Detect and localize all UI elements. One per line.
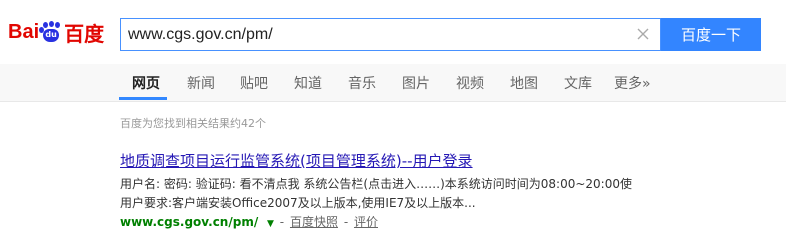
tab-video[interactable]: 视频 bbox=[456, 73, 484, 93]
tab-more[interactable]: 更多» bbox=[614, 73, 651, 93]
tab-wenku[interactable]: 文库 bbox=[564, 73, 592, 93]
tab-zhidao[interactable]: 知道 bbox=[294, 73, 322, 93]
result-count: 百度为您找到相关结果约42个 bbox=[120, 117, 266, 130]
baidu-logo[interactable]: Bai du 百度 bbox=[8, 12, 104, 52]
rate-link[interactable]: 评价 bbox=[354, 215, 378, 229]
tab-music[interactable]: 音乐 bbox=[348, 73, 376, 93]
abstract-line: 用户要求:客户端安装Office2007及以上版本,使用IE7及以上版本... bbox=[120, 196, 476, 210]
paw-icon: du bbox=[39, 21, 62, 43]
search-box[interactable] bbox=[120, 18, 661, 51]
tab-images[interactable]: 图片 bbox=[402, 73, 430, 93]
close-icon[interactable] bbox=[636, 27, 650, 41]
active-tab-indicator bbox=[119, 97, 167, 100]
logo-text-bai: Bai bbox=[8, 20, 40, 43]
result-abstract: 用户名: 密码: 验证码: 看不清点我 系统公告栏(点击进入……)本系统访问时间… bbox=[120, 175, 680, 213]
tab-news[interactable]: 新闻 bbox=[187, 73, 215, 93]
result-url-line: www.cgs.gov.cn/pm/ ▼ - 百度快照 - 评价 bbox=[120, 213, 378, 230]
search-input[interactable] bbox=[128, 22, 628, 47]
logo-text-baidu: 百度 bbox=[64, 21, 105, 46]
separator: - bbox=[279, 215, 285, 229]
separator: - bbox=[343, 215, 349, 229]
header: Bai du 百度 百度一下 bbox=[0, 0, 786, 64]
result-url[interactable]: www.cgs.gov.cn/pm/ bbox=[120, 215, 258, 229]
nav-tabs: 网页 新闻 贴吧 知道 音乐 图片 视频 地图 文库 更多» bbox=[0, 64, 786, 102]
abstract-line: 用户名: 密码: 验证码: 看不清点我 系统公告栏(点击进入……)本系统访问时间… bbox=[120, 177, 632, 191]
result-title-link[interactable]: 地质调查项目运行监管系统(项目管理系统)--用户登录 bbox=[120, 150, 473, 171]
search-button[interactable]: 百度一下 bbox=[661, 18, 761, 51]
logo-text-du: du bbox=[45, 30, 57, 39]
dropdown-triangle-icon[interactable]: ▼ bbox=[267, 219, 274, 229]
tab-tieba[interactable]: 贴吧 bbox=[240, 73, 268, 93]
cache-link[interactable]: 百度快照 bbox=[290, 215, 338, 229]
tab-map[interactable]: 地图 bbox=[510, 73, 538, 93]
tab-web[interactable]: 网页 bbox=[132, 73, 160, 93]
